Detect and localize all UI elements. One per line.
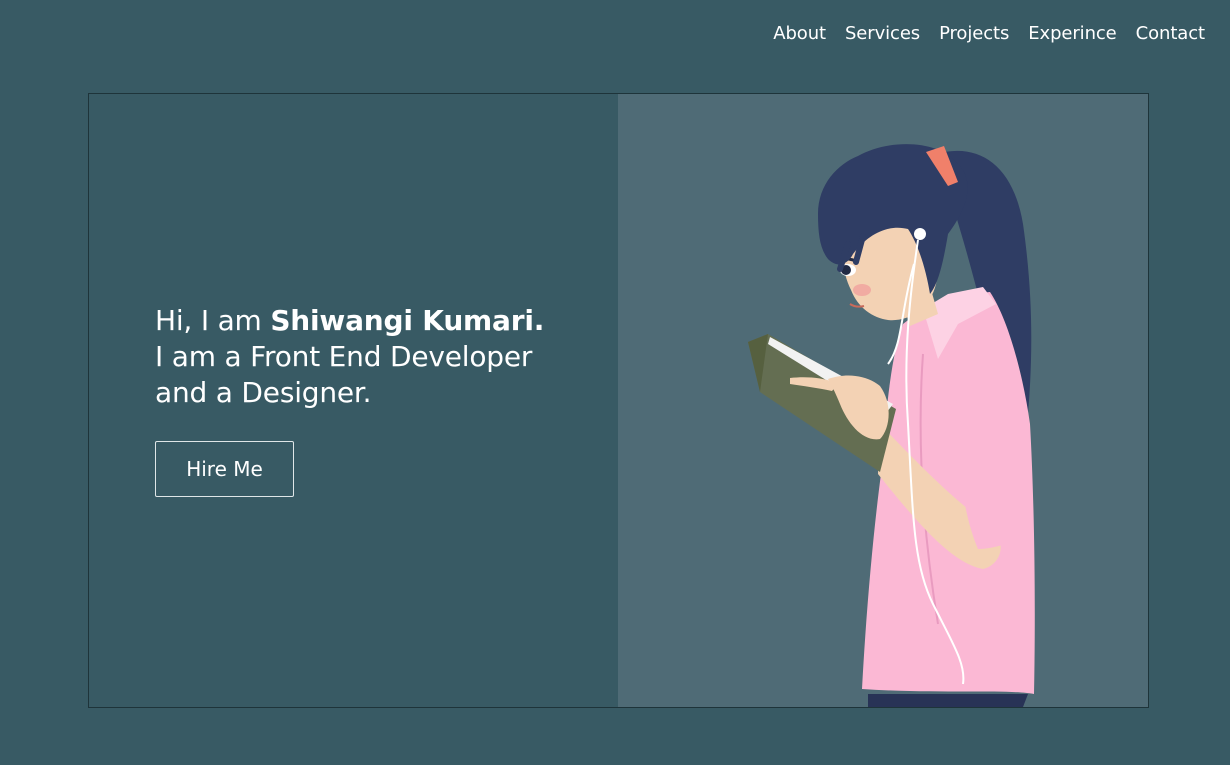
hero-section: Hi, I am Shiwangi Kumari. I am a Front E… [88,93,1149,708]
intro-designer-line: and a Designer. [155,376,372,409]
nav-item-services[interactable]: Services [845,22,920,46]
illustration-panel [618,94,1148,707]
intro-role-line: I am a Front End Developer [155,340,533,373]
pants [868,694,1028,707]
nav-item-projects[interactable]: Projects [939,22,1009,46]
hero-intro-panel: Hi, I am Shiwangi Kumari. I am a Front E… [89,94,618,707]
intro-text: Hi, I am Shiwangi Kumari. I am a Front E… [155,303,544,411]
girl-reading-book-illustration [748,144,1035,707]
nav-item-contact[interactable]: Contact [1136,22,1205,46]
hire-me-button[interactable]: Hire Me [155,441,294,497]
nav-item-about[interactable]: About [773,22,826,46]
nav-item-experience[interactable]: Experince [1028,22,1117,46]
developer-name: Shiwangi Kumari. [270,304,545,337]
top-nav: About Services Projects Experince Contac… [773,22,1205,46]
intro-greeting-line: Hi, I am Shiwangi Kumari. [155,303,544,339]
cheek-blush [853,284,871,296]
earphone-icon [914,228,926,240]
greeting-prefix: Hi, I am [155,304,271,337]
